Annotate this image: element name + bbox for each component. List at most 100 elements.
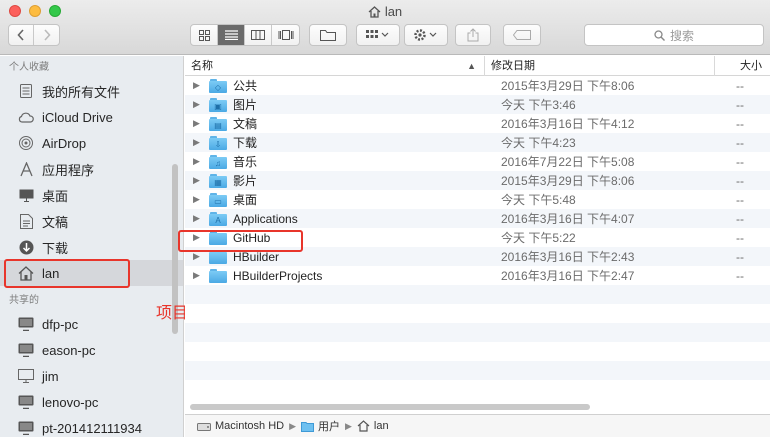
file-row[interactable]: ▶ ▤ 文稿 2016年3月16日 下午4:12 -- (185, 114, 770, 133)
sort-ascending-icon: ▲ (467, 61, 476, 71)
search-input[interactable]: 搜索 (584, 24, 764, 46)
column-header-name[interactable]: 名称 ▲ (185, 56, 485, 76)
path-item-label: lan (373, 420, 389, 432)
title-bar: lan 搜索 (0, 0, 770, 55)
disclosure-triangle-icon[interactable]: ▶ (185, 99, 203, 110)
disclosure-triangle-icon[interactable]: ▶ (185, 213, 203, 224)
file-date: 今天 下午3:46 (501, 98, 576, 112)
column-header-date[interactable]: 修改日期 (485, 56, 715, 76)
disclosure-triangle-icon[interactable]: ▶ (185, 80, 203, 91)
tags-button[interactable] (503, 24, 541, 46)
sidebar-item-desktop[interactable]: 桌面 (0, 182, 183, 208)
file-date: 今天 下午4:23 (501, 136, 576, 150)
file-name: 音乐 (233, 155, 258, 169)
disclosure-triangle-icon[interactable]: ▶ (185, 270, 203, 281)
path-item-disk[interactable]: Macintosh HD (197, 420, 284, 432)
file-size: -- (736, 230, 744, 245)
list-view-button[interactable] (218, 25, 245, 45)
disclosure-triangle-icon[interactable]: ▶ (185, 251, 203, 262)
view-mode-control (190, 24, 300, 46)
action-button[interactable] (404, 24, 448, 46)
path-item-label: Macintosh HD (215, 420, 285, 432)
sidebar-item-label: 文稿 (42, 214, 69, 230)
columns-icon (251, 30, 265, 40)
empty-row (185, 361, 770, 380)
hard-drive-icon (197, 422, 211, 431)
cover-flow-button[interactable] (272, 25, 299, 45)
empty-row (185, 323, 770, 342)
path-item-users[interactable]: 用户 (301, 418, 340, 434)
computer-icon (18, 316, 34, 332)
sidebar-section-favorites: 个人收藏 (9, 62, 49, 73)
icon-view-button[interactable] (191, 25, 218, 45)
documents-icon (18, 213, 34, 229)
sidebar-item-airdrop[interactable]: AirDrop (0, 130, 183, 156)
sidebar-item-label: AirDrop (42, 135, 87, 151)
column-header-row: 名称 ▲ 修改日期 大小 (185, 56, 770, 76)
empty-row (185, 285, 770, 304)
empty-row (185, 380, 770, 399)
disclosure-triangle-icon[interactable]: ▶ (185, 137, 203, 148)
sidebar-item-icloud[interactable]: iCloud Drive (0, 104, 183, 130)
sidebar-item-label: pt-201412111934 (42, 420, 143, 436)
sidebar-item-label: 下载 (42, 240, 69, 256)
file-name: 公共 (233, 79, 258, 93)
file-row[interactable]: ▶ ◇ 公共 2015年3月29日 下午8:06 -- (185, 76, 770, 95)
sidebar-item-applications[interactable]: 应用程序 (0, 156, 183, 182)
path-item-home[interactable]: lan (357, 420, 389, 432)
window-title-text: lan (384, 4, 403, 19)
sidebar-item-label: jim (42, 368, 59, 384)
cover-flow-icon (278, 30, 293, 40)
new-folder-button[interactable] (309, 24, 347, 46)
file-date: 2015年3月29日 下午8:06 (501, 79, 635, 93)
sidebar-item-shared-computer[interactable]: jim (0, 363, 183, 389)
file-name: 文稿 (233, 117, 258, 131)
file-size: -- (736, 97, 744, 112)
tag-icon (513, 30, 531, 40)
horizontal-scrollbar[interactable] (190, 404, 590, 410)
sidebar-item-label: 桌面 (42, 188, 69, 204)
path-item-label: 用户 (318, 421, 340, 433)
disclosure-triangle-icon[interactable]: ▶ (185, 175, 203, 186)
file-row[interactable]: ▶ ▣ 图片 今天 下午3:46 -- (185, 95, 770, 114)
sidebar-item-label: iCloud Drive (42, 109, 113, 125)
file-row[interactable]: ▶ ▭ 桌面 今天 下午5:48 -- (185, 190, 770, 209)
file-row[interactable]: ▶ A Applications 2016年3月16日 下午4:07 -- (185, 209, 770, 228)
grid-icon (198, 29, 210, 41)
file-row[interactable]: ▶ ♫ 音乐 2016年7月22日 下午5:08 -- (185, 152, 770, 171)
file-row[interactable]: ▶ ⇩ 下载 今天 下午4:23 -- (185, 133, 770, 152)
column-view-button[interactable] (245, 25, 272, 45)
back-button[interactable] (9, 25, 35, 45)
disclosure-triangle-icon[interactable]: ▶ (185, 156, 203, 167)
file-name: 影片 (233, 174, 258, 188)
chevron-left-icon (17, 29, 24, 41)
forward-button[interactable] (34, 25, 59, 45)
file-name: 桌面 (233, 193, 258, 207)
column-header-size[interactable]: 大小 (715, 56, 770, 76)
folder-icon: A (209, 211, 227, 226)
sidebar-item-downloads[interactable]: 下载 (0, 234, 183, 260)
file-row[interactable]: ▶ HBuilderProjects 2016年3月16日 下午2:47 -- (185, 266, 770, 285)
sidebar-item-all-files[interactable]: 我的所有文件 (0, 78, 183, 104)
file-size: -- (736, 135, 744, 150)
sidebar-item-shared-computer[interactable]: lenovo-pc (0, 389, 183, 415)
file-date: 今天 下午5:48 (501, 193, 576, 207)
empty-row (185, 304, 770, 323)
file-size: -- (736, 173, 744, 188)
file-size: -- (736, 211, 744, 226)
sidebar-item-shared-computer[interactable]: eason-pc (0, 337, 183, 363)
folder-icon (301, 421, 314, 432)
folder-icon: ◇ (209, 78, 227, 93)
disclosure-triangle-icon[interactable]: ▶ (185, 194, 203, 205)
sidebar-item-shared-computer[interactable]: pt-201412111934 (0, 415, 183, 437)
window-title: lan (0, 4, 770, 21)
column-header-size-label: 大小 (740, 60, 762, 72)
file-row[interactable]: ▶ ▦ 影片 2015年3月29日 下午8:06 -- (185, 171, 770, 190)
share-button[interactable] (455, 24, 491, 46)
sidebar-item-documents[interactable]: 文稿 (0, 208, 183, 234)
arrange-button[interactable] (356, 24, 400, 46)
chevron-right-icon (43, 29, 51, 41)
share-icon (467, 28, 479, 42)
disclosure-triangle-icon[interactable]: ▶ (185, 118, 203, 129)
list-icon (224, 30, 238, 40)
